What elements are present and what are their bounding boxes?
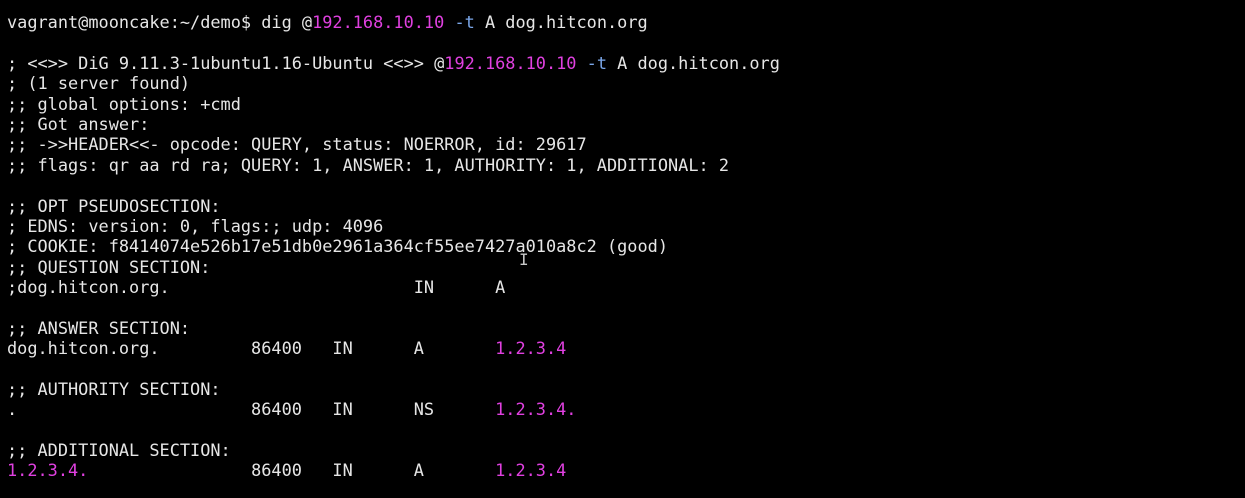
banner-rest: A dog.hitcon.org (607, 53, 780, 73)
authority-record: . 86400 IN NS 1.2.3.4. (7, 399, 576, 419)
header-line: ;; ->>HEADER<<- opcode: QUERY, status: N… (7, 134, 587, 154)
dns-server-ip: 192.168.10.10 (312, 12, 445, 32)
answer-record-text: dog.hitcon.org. 86400 IN A (7, 338, 496, 358)
prompt-text: vagrant@mooncake:~/demo$ dig @ (7, 12, 313, 32)
opt-line: ; COOKIE: f8414074e526b17e51db0e2961a364… (7, 236, 668, 256)
question-heading: ;; QUESTION SECTION: (7, 257, 211, 277)
header-line: ;; Got answer: (7, 114, 150, 134)
answer-heading: ;; ANSWER SECTION: (7, 318, 191, 338)
additional-name: 1.2.3.4. (7, 460, 89, 480)
question-record: ;dog.hitcon.org. IN A (7, 277, 506, 297)
additional-record: 1.2.3.4. 86400 IN A 1.2.3.4 (7, 460, 566, 480)
answer-record: dog.hitcon.org. 86400 IN A 1.2.3.4 (7, 338, 566, 358)
banner-server-ip: 192.168.10.10 (444, 53, 577, 73)
authority-record-text: . 86400 IN NS (7, 399, 496, 419)
banner-prefix: ; <<>> DiG 9.11.3-1ubuntu1.16-Ubuntu <<>… (7, 53, 445, 73)
additional-heading: ;; ADDITIONAL SECTION: (7, 440, 231, 460)
answer-ip: 1.2.3.4 (495, 338, 567, 358)
header-line: ; (1 server found) (7, 73, 191, 93)
opt-line: ;; OPT PSEUDOSECTION: (7, 196, 221, 216)
type-flag: -t (454, 12, 475, 32)
banner-flag: -t (586, 53, 607, 73)
terminal-window[interactable]: vagrant@mooncake:~/demo$ dig @192.168.10… (0, 0, 1245, 498)
additional-ip: 1.2.3.4 (495, 460, 567, 480)
header-line: ;; global options: +cmd (7, 94, 241, 114)
command-line: vagrant@mooncake:~/demo$ dig @192.168.10… (7, 12, 648, 32)
opt-line: ; EDNS: version: 0, flags:; udp: 4096 (7, 216, 384, 236)
authority-heading: ;; AUTHORITY SECTION: (7, 379, 221, 399)
dig-banner: ; <<>> DiG 9.11.3-1ubuntu1.16-Ubuntu <<>… (7, 53, 780, 73)
additional-record-text: 86400 IN A (88, 460, 496, 480)
text-cursor-icon: I (519, 250, 529, 269)
header-line: ;; flags: qr aa rd ra; QUERY: 1, ANSWER:… (7, 155, 730, 175)
authority-ns: 1.2.3.4. (495, 399, 577, 419)
command-rest: A dog.hitcon.org (474, 12, 648, 32)
